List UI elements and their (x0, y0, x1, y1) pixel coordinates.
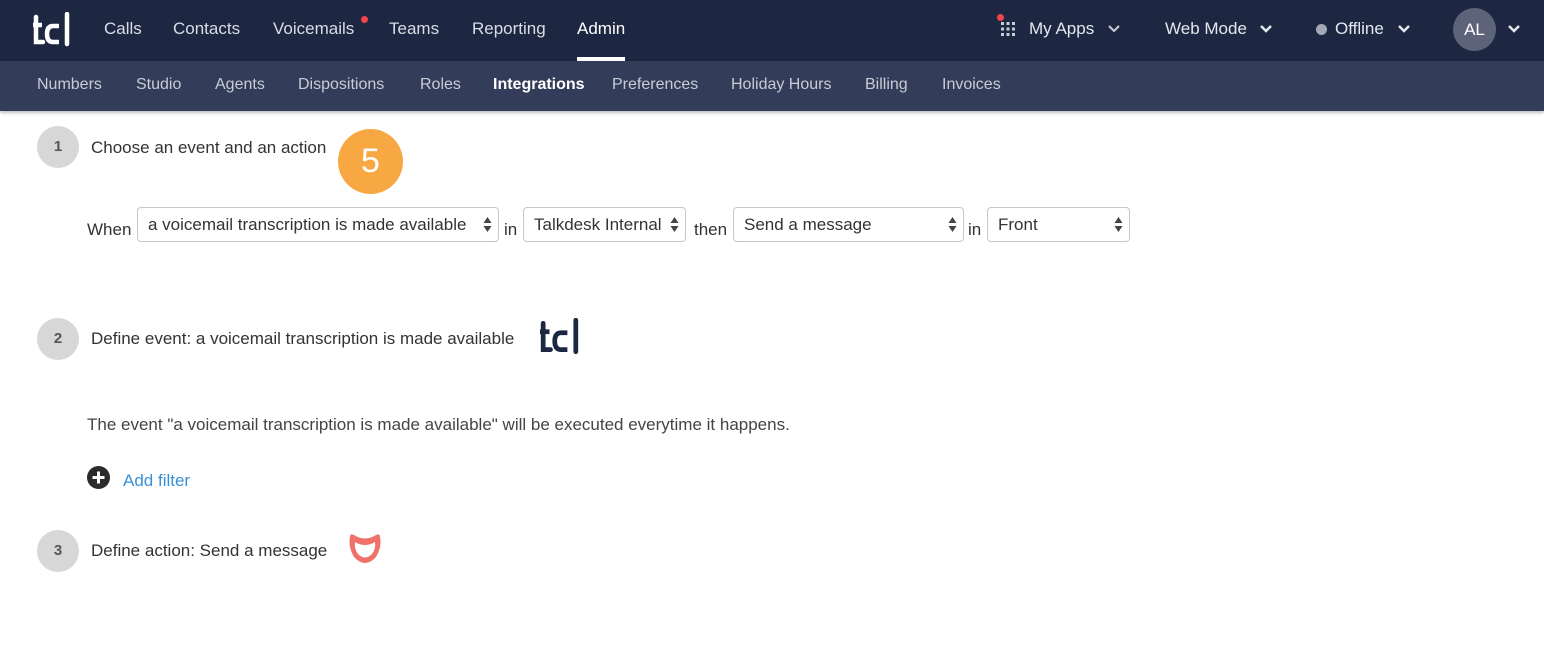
plus-circle-icon[interactable] (87, 466, 110, 489)
nav-calls[interactable]: Calls (104, 0, 142, 61)
target-app-select[interactable]: Front (987, 207, 1130, 242)
apps-grid-icon[interactable] (1000, 21, 1016, 37)
event-description: The event "a voicemail transcription is … (87, 415, 790, 434)
in-label: in (504, 220, 518, 239)
step-1-number: 1 (37, 126, 79, 168)
subnav-numbers[interactable]: Numbers (37, 61, 102, 111)
event-select[interactable]: a voicemail transcription is made availa… (137, 207, 499, 242)
user-avatar[interactable]: AL (1453, 8, 1496, 51)
step-2-title: Define event: a voicemail transcription … (91, 329, 515, 348)
voicemails-notification-dot (361, 16, 368, 23)
web-mode-menu[interactable]: Web Mode (1165, 0, 1247, 61)
nav-reporting[interactable]: Reporting (472, 0, 546, 61)
subnav-dispositions[interactable]: Dispositions (298, 61, 384, 111)
step-1-title: Choose an event and an action (91, 138, 327, 157)
chevron-down-icon[interactable] (1106, 21, 1122, 37)
subnav-integrations[interactable]: Integrations (493, 61, 585, 111)
nav-teams[interactable]: Teams (389, 0, 439, 61)
apps-notification-dot (997, 14, 1004, 21)
step-3-number: 3 (37, 530, 79, 572)
subnav-billing[interactable]: Billing (865, 61, 908, 111)
subnav-holiday-hours[interactable]: Holiday Hours (731, 61, 831, 111)
when-label: When (87, 220, 132, 239)
chevron-down-icon[interactable] (1396, 21, 1412, 37)
event-select-value: a voicemail transcription is made availa… (148, 215, 467, 234)
talkdesk-logo[interactable] (33, 12, 71, 48)
step-3-title: Define action: Send a message (91, 541, 328, 560)
subnav-invoices[interactable]: Invoices (942, 61, 1001, 111)
target-app-select-value: Front (998, 215, 1038, 234)
action-select-value: Send a message (744, 215, 872, 234)
chevron-down-icon[interactable] (1258, 21, 1274, 37)
step-2-number: 2 (37, 318, 79, 360)
status-indicator-icon (1316, 24, 1327, 35)
action-select[interactable]: Send a message (733, 207, 964, 242)
select-arrows-icon (1114, 217, 1123, 232)
select-arrows-icon (670, 217, 679, 232)
nav-admin[interactable]: Admin (577, 0, 626, 61)
nav-voicemails[interactable]: Voicemails (273, 0, 354, 61)
subnav-preferences[interactable]: Preferences (612, 61, 698, 111)
select-arrows-icon (483, 217, 492, 232)
my-apps-menu[interactable]: My Apps (1029, 0, 1094, 61)
nav-contacts[interactable]: Contacts (173, 0, 240, 61)
status-menu[interactable]: Offline (1335, 0, 1384, 61)
chevron-down-icon[interactable] (1506, 21, 1522, 37)
then-label: then (694, 220, 728, 239)
in-label: in (968, 220, 982, 239)
subnav-studio[interactable]: Studio (136, 61, 181, 111)
subnav-agents[interactable]: Agents (215, 61, 265, 111)
talkdesk-logo-icon (540, 318, 579, 355)
select-arrows-icon (948, 217, 957, 232)
subnav-roles[interactable]: Roles (420, 61, 461, 111)
admin-subnavigation: Numbers Studio Agents Dispositions Roles… (0, 61, 1544, 111)
step-count-badge: 5 (338, 129, 403, 194)
source-app-select-value: Talkdesk Internal (534, 215, 662, 234)
source-app-select[interactable]: Talkdesk Internal (523, 207, 686, 242)
front-icon (349, 534, 381, 563)
top-navigation-bar: Calls Contacts Voicemails Teams Reportin… (0, 0, 1544, 61)
add-filter-link[interactable]: Add filter (123, 471, 190, 491)
